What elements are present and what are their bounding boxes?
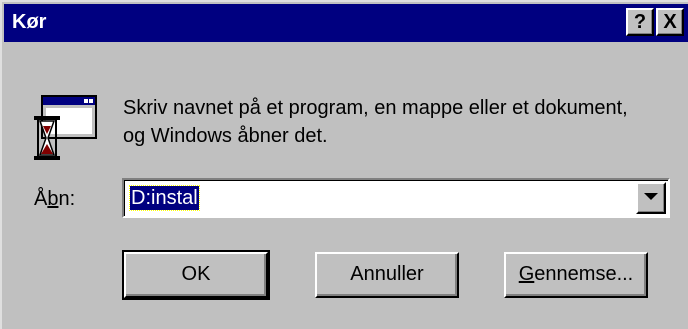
help-icon: ? bbox=[633, 11, 647, 33]
dropdown-arrow-icon bbox=[644, 193, 658, 200]
cancel-button[interactable]: Annuller bbox=[315, 252, 459, 298]
title-bar[interactable]: Kør ? X bbox=[4, 4, 688, 42]
ok-button[interactable]: OK bbox=[122, 250, 270, 300]
instruction-line-1: Skriv navnet på et program, en mappe ell… bbox=[123, 97, 628, 119]
help-button[interactable]: ? bbox=[626, 8, 654, 36]
instruction-text: Skriv navnet på et program, en mappe ell… bbox=[123, 94, 628, 150]
browse-button[interactable]: Gennemse... bbox=[504, 252, 648, 298]
close-button[interactable]: X bbox=[656, 8, 684, 36]
dropdown-button[interactable] bbox=[636, 182, 666, 214]
close-icon: X bbox=[663, 11, 677, 33]
open-combobox[interactable]: D:instal bbox=[122, 178, 670, 218]
open-label: Åbn: bbox=[34, 188, 76, 210]
run-dialog: Kør ? X Skriv navnet på et program, en m… bbox=[0, 0, 688, 329]
instruction-line-2: og Windows åbner det. bbox=[123, 125, 328, 147]
run-program-icon bbox=[34, 95, 97, 160]
window-title: Kør bbox=[12, 11, 47, 33]
open-input-value[interactable]: D:instal bbox=[129, 185, 200, 211]
